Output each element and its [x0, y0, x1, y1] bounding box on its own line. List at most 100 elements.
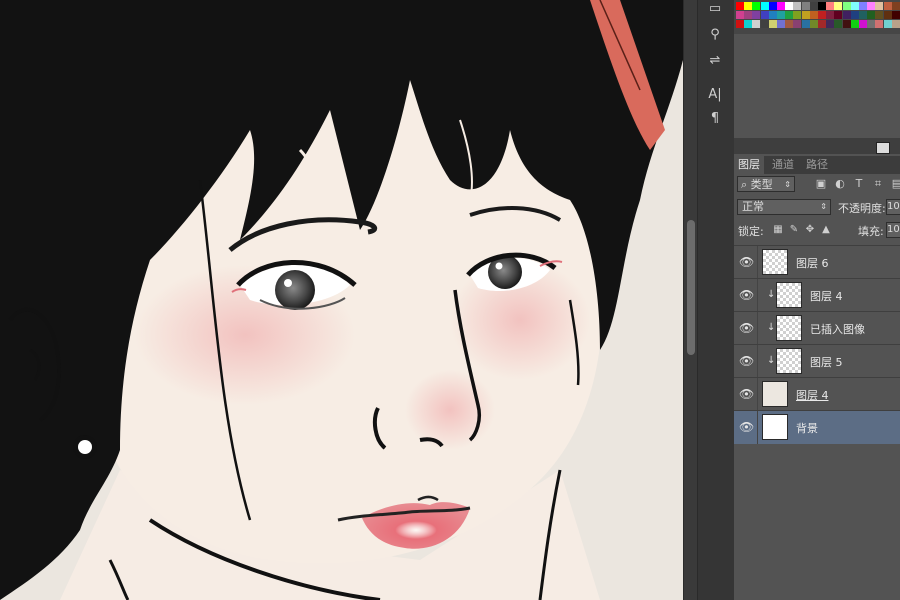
color-swatch[interactable] [891, 11, 900, 19]
smart-object-filter-icon[interactable]: ▤ [890, 177, 900, 191]
color-swatch[interactable] [859, 2, 867, 10]
color-swatch[interactable] [777, 11, 785, 19]
type-filter-icon[interactable]: T [852, 177, 866, 191]
color-swatch[interactable] [760, 11, 769, 19]
clone-source-icon[interactable]: ⚲ [704, 24, 726, 44]
color-swatch[interactable] [875, 11, 884, 19]
layer-row[interactable]: 👁 ↓ 图层 4 [734, 278, 900, 312]
shape-filter-icon[interactable]: ⌗ [871, 177, 885, 191]
tab-channels[interactable]: 通道 [768, 156, 798, 174]
color-swatch[interactable] [793, 11, 802, 19]
color-swatch[interactable] [867, 2, 876, 10]
color-swatch[interactable] [834, 11, 843, 19]
eye-icon[interactable]: 👁 [739, 387, 754, 401]
eye-icon[interactable]: 👁 [739, 255, 754, 269]
color-swatch[interactable] [793, 20, 802, 28]
color-swatch[interactable] [818, 2, 826, 10]
color-swatch[interactable] [768, 20, 777, 28]
tab-paths[interactable]: 路径 [802, 156, 832, 174]
color-swatch[interactable] [736, 20, 744, 28]
color-swatch[interactable] [744, 20, 753, 28]
eye-icon[interactable]: 👁 [739, 288, 754, 302]
paragraph-icon[interactable]: ¶ [704, 108, 726, 128]
fill-label: 填充: [858, 225, 884, 238]
fill-input[interactable]: 100% [886, 222, 900, 238]
color-swatch[interactable] [785, 20, 794, 28]
color-swatch[interactable] [850, 11, 859, 19]
lock-transparency-icon[interactable]: ▦ [772, 224, 784, 236]
color-swatch[interactable] [777, 20, 785, 28]
eye-icon[interactable]: 👁 [739, 354, 754, 368]
swatches-panel[interactable] [734, 0, 900, 34]
color-swatch[interactable] [768, 2, 777, 10]
layer-filter-select[interactable]: ⌕ 类型 ⇕ [737, 176, 795, 192]
color-swatch[interactable] [859, 11, 867, 19]
layer-row[interactable]: 👁 ↓ 已插入图像 [734, 311, 900, 345]
color-swatch[interactable] [818, 20, 826, 28]
color-swatch[interactable] [818, 11, 826, 19]
color-swatch[interactable] [891, 20, 900, 28]
color-swatch[interactable] [801, 11, 810, 19]
color-swatch[interactable] [875, 2, 884, 10]
color-swatch[interactable] [875, 20, 884, 28]
lock-position-icon[interactable]: ✥ [804, 224, 816, 236]
panel-menu-icon[interactable] [876, 142, 890, 154]
color-swatch[interactable] [785, 2, 794, 10]
color-swatch[interactable] [883, 2, 892, 10]
color-swatch[interactable] [842, 2, 851, 10]
color-swatch[interactable] [850, 2, 859, 10]
color-swatch[interactable] [785, 11, 794, 19]
document-canvas[interactable] [0, 0, 683, 600]
opacity-input[interactable]: 100% [886, 199, 900, 215]
color-swatch[interactable] [842, 20, 851, 28]
color-swatch[interactable] [834, 2, 843, 10]
image-filter-icon[interactable]: ▣ [814, 177, 828, 191]
color-swatch[interactable] [883, 11, 892, 19]
color-swatch[interactable] [801, 20, 810, 28]
color-swatch[interactable] [809, 11, 818, 19]
color-swatch[interactable] [777, 2, 785, 10]
color-swatch[interactable] [850, 20, 859, 28]
color-swatch[interactable] [842, 11, 851, 19]
color-swatch[interactable] [793, 2, 802, 10]
lock-all-icon[interactable]: ▲ [820, 224, 832, 236]
eye-icon[interactable]: 👁 [739, 321, 754, 335]
color-swatch[interactable] [760, 20, 769, 28]
color-swatch[interactable] [826, 20, 835, 28]
layer-row[interactable]: 👁 图层 4 [734, 377, 900, 411]
color-swatch[interactable] [891, 2, 900, 10]
color-swatch[interactable] [826, 2, 835, 10]
blend-mode-select[interactable]: 正常 ⇕ [737, 199, 831, 215]
canvas-vertical-scrollbar[interactable] [683, 0, 698, 600]
color-swatch[interactable] [760, 2, 769, 10]
blend-mode-value: 正常 [742, 200, 764, 213]
color-swatch[interactable] [744, 2, 753, 10]
color-swatch[interactable] [752, 2, 761, 10]
brush-presets-icon[interactable]: ▭ [704, 0, 726, 18]
tab-layers[interactable]: 图层 [734, 156, 764, 174]
color-swatch[interactable] [744, 11, 753, 19]
lock-image-icon[interactable]: ✎ [788, 224, 800, 236]
layer-row-selected[interactable]: 👁 背景 [734, 410, 900, 444]
color-swatch[interactable] [736, 2, 744, 10]
color-swatch[interactable] [809, 2, 818, 10]
color-swatch[interactable] [867, 20, 876, 28]
color-swatch[interactable] [801, 2, 810, 10]
layer-row[interactable]: 👁 图层 6 [734, 245, 900, 279]
color-swatch[interactable] [859, 20, 867, 28]
color-swatch[interactable] [752, 20, 761, 28]
color-swatch[interactable] [826, 11, 835, 19]
color-swatch[interactable] [752, 11, 761, 19]
color-swatch[interactable] [883, 20, 892, 28]
color-swatch[interactable] [867, 11, 876, 19]
color-swatch[interactable] [834, 20, 843, 28]
adjustment-filter-icon[interactable]: ◐ [833, 177, 847, 191]
color-swatch[interactable] [809, 20, 818, 28]
color-swatch[interactable] [768, 11, 777, 19]
color-swatch[interactable] [736, 11, 744, 19]
adjustment-icon[interactable]: ⇌ [704, 50, 726, 70]
scrollbar-thumb[interactable] [687, 220, 695, 355]
character-icon[interactable]: A| [704, 84, 726, 104]
eye-icon[interactable]: 👁 [739, 420, 754, 434]
layer-row[interactable]: 👁 ↓ 图层 5 [734, 344, 900, 378]
